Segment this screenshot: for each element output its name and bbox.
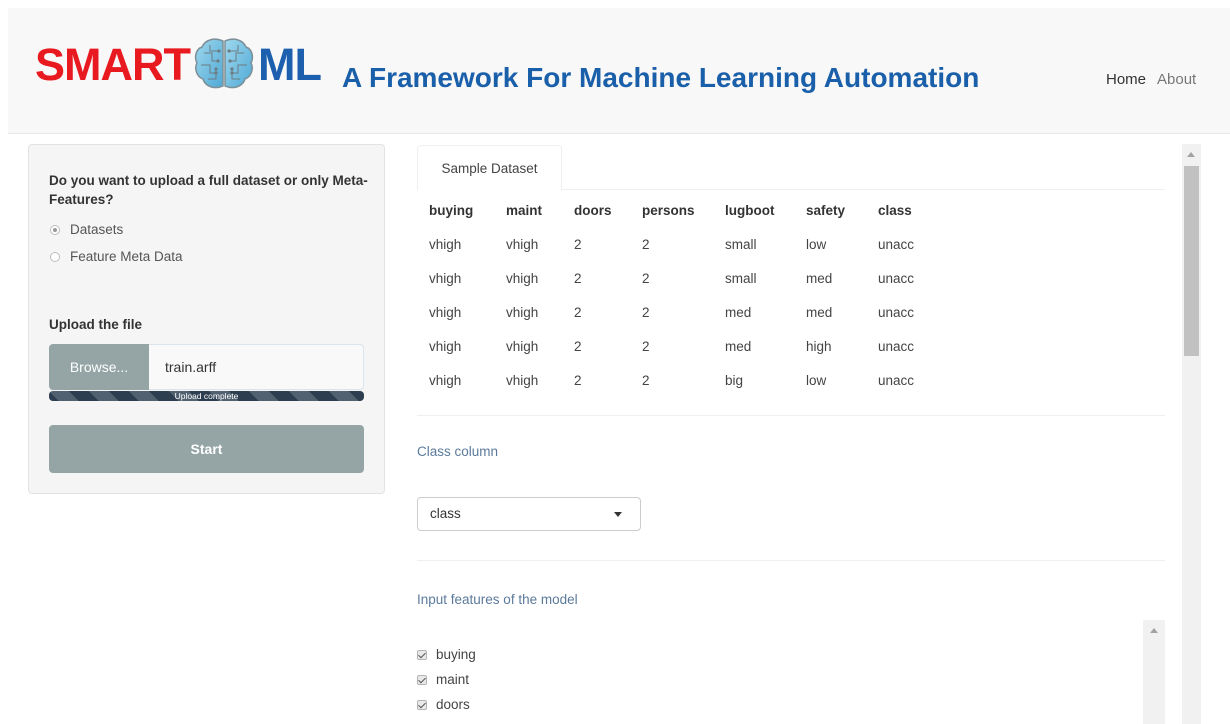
- main-panel: Sample Dataset buying maint doors person…: [417, 144, 1165, 724]
- nav-about-link[interactable]: About: [1157, 71, 1196, 88]
- table-cell: 2: [642, 304, 650, 320]
- table-row: vhigh vhigh 2 2 med med unacc: [419, 295, 928, 329]
- feature-checkbox-buying[interactable]: buying: [417, 647, 476, 662]
- table-row: vhigh vhigh 2 2 small low unacc: [419, 227, 928, 261]
- navbar: SMART ML A Framework For Machine Learnin…: [8, 8, 1230, 134]
- table-cell: low: [806, 372, 827, 388]
- table-cell: high: [806, 338, 832, 354]
- table-cell: med: [806, 270, 833, 286]
- arrow-up-icon[interactable]: [1187, 152, 1195, 157]
- table-cell: 2: [574, 236, 582, 252]
- divider: [417, 415, 1165, 416]
- class-column-selected-value: class: [430, 506, 461, 521]
- table-cell: med: [725, 304, 752, 320]
- caret-down-icon: [614, 512, 622, 517]
- radio-unchecked-icon[interactable]: [50, 251, 60, 262]
- checkbox-checked-icon[interactable]: [417, 649, 427, 660]
- table-cell: unacc: [878, 270, 915, 286]
- upload-file-label: Upload the file: [49, 317, 143, 332]
- table-cell: vhigh: [506, 338, 539, 354]
- class-column-select[interactable]: class: [417, 497, 641, 531]
- tab-bar: Sample Dataset: [417, 144, 1165, 191]
- start-button[interactable]: Start: [49, 425, 364, 473]
- arrow-up-icon[interactable]: [1150, 628, 1158, 633]
- table-cell: 2: [574, 372, 582, 388]
- table-cell: med: [725, 338, 752, 354]
- sample-dataset-table: buying maint doors persons lugboot safet…: [419, 193, 928, 397]
- file-input: Browse... train.arff: [49, 344, 364, 390]
- table-cell: unacc: [878, 304, 915, 320]
- table-cell: small: [725, 236, 757, 252]
- table-cell: 2: [574, 270, 582, 286]
- table-cell: vhigh: [429, 338, 462, 354]
- table-cell: vhigh: [429, 304, 462, 320]
- column-header: lugboot: [725, 202, 775, 218]
- table-cell: big: [725, 372, 744, 388]
- table-cell: vhigh: [429, 372, 462, 388]
- class-column-label: Class column: [417, 444, 499, 459]
- feature-checkbox-maint[interactable]: maint: [417, 672, 469, 687]
- table-cell: 2: [642, 270, 650, 286]
- tab-sample-dataset[interactable]: Sample Dataset: [417, 145, 562, 191]
- table-cell: unacc: [878, 338, 915, 354]
- radio-feature-meta-data[interactable]: Feature Meta Data: [50, 249, 183, 264]
- upload-progress-bar: Upload complete: [49, 391, 364, 401]
- radio-datasets-label: Datasets: [70, 222, 124, 237]
- table-row: vhigh vhigh 2 2 small med unacc: [419, 261, 928, 295]
- logo-ml-text: ML: [257, 38, 322, 90]
- logo-smart-text: SMART: [35, 38, 191, 90]
- table-cell: vhigh: [506, 372, 539, 388]
- column-header: safety: [806, 202, 846, 218]
- file-name-field[interactable]: train.arff: [149, 344, 364, 390]
- brain-icon: [194, 38, 254, 89]
- column-header: buying: [429, 202, 474, 218]
- table-cell: vhigh: [506, 304, 539, 320]
- column-header: doors: [574, 202, 612, 218]
- radio-feature-meta-data-label: Feature Meta Data: [70, 249, 183, 264]
- feature-label: buying: [436, 647, 476, 662]
- scrollbar-thumb[interactable]: [1184, 166, 1199, 356]
- table-cell: 2: [642, 372, 650, 388]
- page-scrollbar[interactable]: [1182, 144, 1201, 724]
- table-cell: 2: [642, 338, 650, 354]
- column-header: maint: [506, 202, 543, 218]
- feature-checkbox-doors[interactable]: doors: [417, 697, 470, 712]
- table-cell: vhigh: [506, 236, 539, 252]
- table-cell: vhigh: [429, 236, 462, 252]
- table-cell: small: [725, 270, 757, 286]
- column-header: persons: [642, 202, 695, 218]
- divider: [417, 560, 1165, 561]
- checkbox-checked-icon[interactable]: [417, 699, 427, 710]
- table-row: vhigh vhigh 2 2 big low unacc: [419, 363, 928, 397]
- table-cell: vhigh: [429, 270, 462, 286]
- features-list-scrollbar[interactable]: [1143, 620, 1165, 724]
- feature-label: doors: [436, 697, 470, 712]
- sidebar-panel: Do you want to upload a full dataset or …: [28, 144, 385, 494]
- table-cell: 2: [642, 236, 650, 252]
- feature-label: maint: [436, 672, 470, 687]
- radio-checked-icon[interactable]: [50, 224, 60, 235]
- table-row: vhigh vhigh 2 2 med high unacc: [419, 329, 928, 363]
- checkbox-checked-icon[interactable]: [417, 674, 427, 685]
- table-cell: 2: [574, 304, 582, 320]
- column-header: class: [878, 202, 912, 218]
- radio-datasets[interactable]: Datasets: [50, 222, 123, 237]
- app-logo[interactable]: SMART ML: [35, 34, 322, 94]
- browse-button[interactable]: Browse...: [49, 344, 149, 390]
- table-cell: vhigh: [506, 270, 539, 286]
- table-cell: unacc: [878, 372, 915, 388]
- upload-progress-text: Upload complete: [174, 391, 239, 401]
- nav-home-link[interactable]: Home: [1106, 71, 1146, 88]
- table-cell: low: [806, 236, 827, 252]
- app-title: A Framework For Machine Learning Automat…: [342, 62, 980, 93]
- table-cell: 2: [574, 338, 582, 354]
- input-features-label: Input features of the model: [417, 592, 578, 607]
- table-cell: unacc: [878, 236, 915, 252]
- upload-type-question: Do you want to upload a full dataset or …: [49, 173, 368, 207]
- nav-links: Home About: [1106, 71, 1196, 88]
- table-cell: med: [806, 304, 833, 320]
- table-header-row: buying maint doors persons lugboot safet…: [419, 193, 928, 227]
